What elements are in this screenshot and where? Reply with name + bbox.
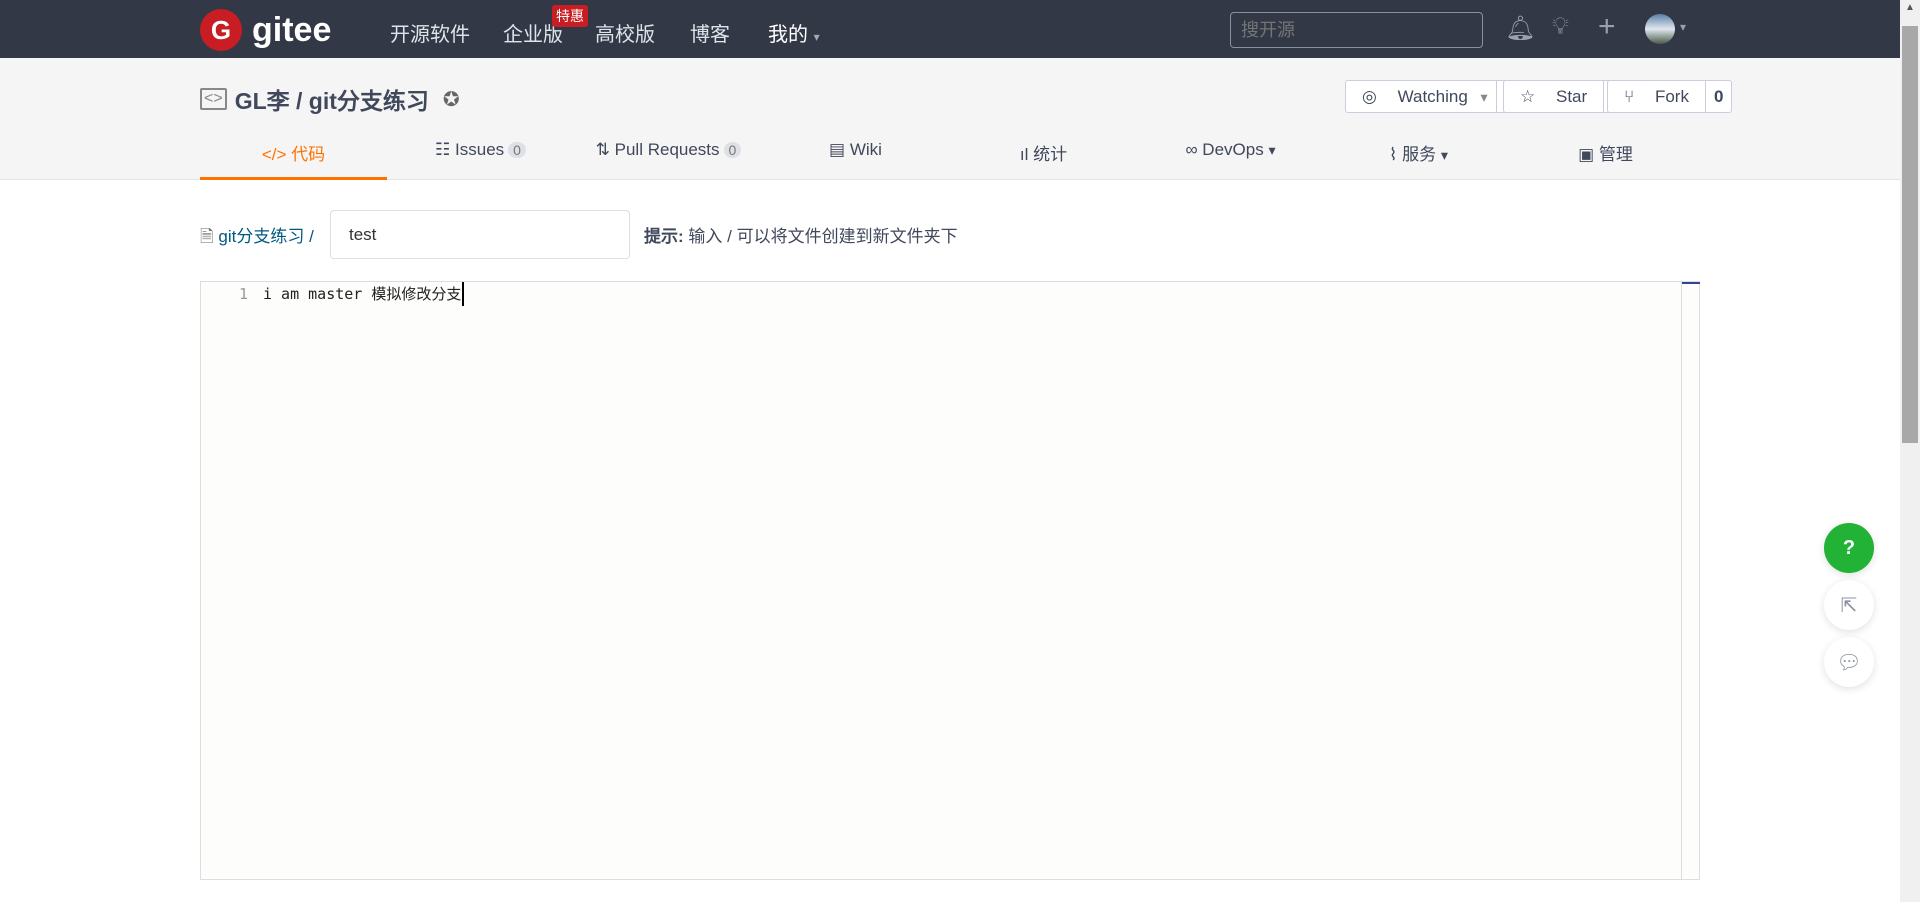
eye-icon: ◎ bbox=[1362, 87, 1377, 106]
pull-request-icon: ⇅ bbox=[595, 140, 610, 159]
code-editor[interactable]: 1 i am master 模拟修改分支 bbox=[200, 281, 1700, 880]
tab-code[interactable]: </> 代码 bbox=[200, 140, 387, 180]
nav-mine[interactable]: 我的 ▾ bbox=[768, 18, 820, 47]
tab-pull-requests[interactable]: ⇅ Pull Requests 0 bbox=[575, 140, 762, 160]
nav-open-source[interactable]: 开源软件 bbox=[390, 18, 470, 47]
file-icon: 🗎︎ bbox=[200, 227, 214, 246]
feedback-button[interactable]: 💬︎ bbox=[1824, 637, 1874, 687]
star-icon: ☆ bbox=[1520, 87, 1536, 106]
hint-text: 提示: 输入 / 可以将文件创建到新文件夹下 bbox=[644, 227, 958, 246]
bar-chart-icon: ıl bbox=[1019, 145, 1029, 164]
plus-icon[interactable]: + bbox=[1598, 10, 1616, 44]
nav-education[interactable]: 高校版 bbox=[595, 18, 655, 47]
search-input[interactable] bbox=[1230, 12, 1483, 48]
tab-services[interactable]: ⌇ 服务 ▾ bbox=[1325, 140, 1512, 165]
repo-title: <> GL李 / git分支练习 ✪ bbox=[200, 82, 460, 116]
chat-icon: 💬︎ bbox=[1836, 651, 1862, 674]
code-icon: </> bbox=[261, 145, 287, 164]
lightbulb-icon[interactable]: 💡︎ bbox=[1552, 13, 1569, 41]
settings-doc-icon: ▣ bbox=[1578, 145, 1595, 164]
question-icon: ? bbox=[1842, 536, 1856, 559]
code-line[interactable]: i am master 模拟修改分支 bbox=[263, 282, 465, 306]
nav-blog[interactable]: 博客 bbox=[690, 18, 730, 47]
book-icon: ▤ bbox=[829, 140, 846, 159]
tab-stats[interactable]: ıl 统计 bbox=[950, 140, 1137, 165]
tab-wiki[interactable]: ▤ Wiki bbox=[762, 140, 949, 160]
watch-button[interactable]: ◎ Watching ▾1 bbox=[1345, 80, 1524, 113]
share-button[interactable]: ⇱ bbox=[1824, 580, 1874, 630]
pulse-icon: ⌇ bbox=[1389, 145, 1398, 164]
code-repo-icon: <> bbox=[200, 88, 227, 110]
editor-overview-ruler bbox=[1681, 282, 1700, 879]
avatar[interactable] bbox=[1645, 14, 1675, 44]
caret-down-icon: ▾ bbox=[813, 30, 820, 44]
share-icon: ⇱ bbox=[1840, 594, 1858, 617]
caret-down-icon[interactable]: ▾ bbox=[1680, 20, 1686, 34]
repo-name-link[interactable]: GL李 / git分支练习 bbox=[235, 82, 429, 116]
bell-icon[interactable]: 🔔︎ bbox=[1505, 14, 1535, 43]
help-button[interactable]: ? bbox=[1824, 523, 1874, 573]
breadcrumb[interactable]: 🗎︎ git分支练习 / bbox=[200, 222, 314, 253]
infinity-icon: ∞ bbox=[1185, 140, 1198, 159]
issues-icon: ☷ bbox=[435, 140, 451, 159]
top-navbar: Ggitee 开源软件 企业版 特惠 高校版 博客 我的 ▾ 🔔︎ 💡︎ + ▾ bbox=[0, 0, 1900, 58]
page-scrollbar[interactable]: ▲ bbox=[1900, 0, 1920, 902]
gitee-logo-icon: G bbox=[200, 9, 242, 51]
gitee-logo[interactable]: Ggitee bbox=[200, 9, 331, 51]
line-number: 1 bbox=[239, 285, 249, 303]
filename-input[interactable] bbox=[330, 210, 630, 259]
tab-devops[interactable]: ∞ DevOps ▾ bbox=[1137, 140, 1324, 160]
fork-count[interactable]: 0 bbox=[1704, 81, 1731, 112]
tab-issues[interactable]: ☷ Issues 0 bbox=[387, 140, 574, 160]
fork-icon: ⑂ bbox=[1624, 87, 1635, 106]
scrollbar-thumb[interactable] bbox=[1902, 26, 1918, 443]
tab-manage[interactable]: ▣ 管理 bbox=[1512, 140, 1699, 165]
scroll-up-icon[interactable]: ▲ bbox=[1905, 2, 1915, 13]
fork-button[interactable]: ⑂ Fork 0 bbox=[1607, 80, 1733, 113]
promo-badge: 特惠 bbox=[552, 5, 588, 27]
award-badge-icon[interactable]: ✪ bbox=[443, 87, 460, 112]
